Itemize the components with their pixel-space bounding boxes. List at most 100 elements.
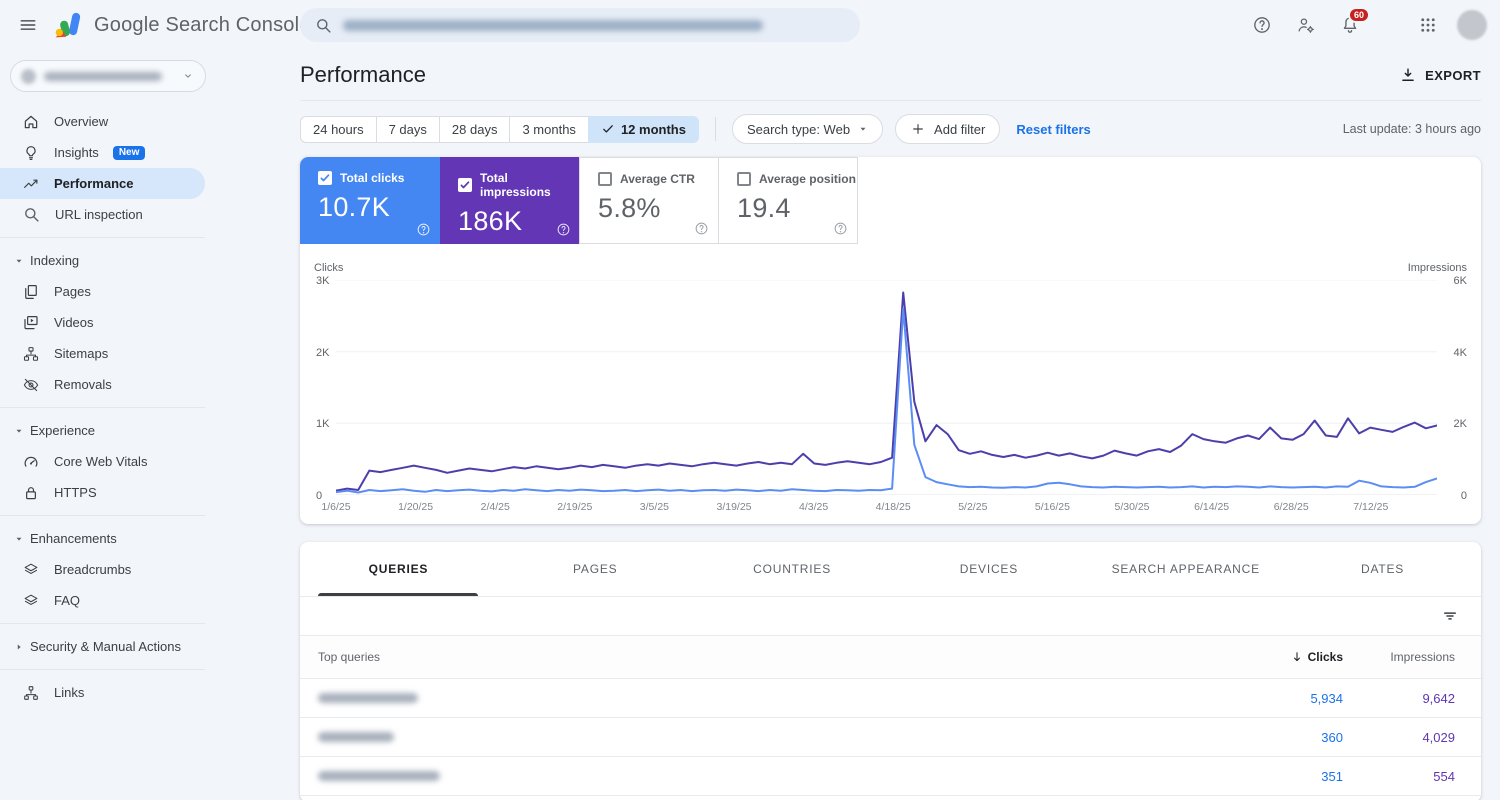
x-axis-labels: 1/6/251/20/252/4/252/19/253/5/253/19/254… (336, 501, 1437, 515)
page-header: Performance EXPORT (300, 50, 1481, 100)
header-divider (300, 100, 1481, 101)
table-row[interactable]: 3604,029 (300, 718, 1481, 757)
person-gear-icon (1296, 15, 1316, 35)
checkbox-unchecked-icon[interactable] (598, 172, 612, 186)
sidebar-item-url-inspection[interactable]: URL inspection (0, 199, 280, 230)
metric-help-icon[interactable] (833, 221, 848, 236)
date-range-chip-28-days[interactable]: 28 days (439, 116, 511, 143)
query-cell (318, 730, 1233, 745)
sidebar-item-breadcrumbs[interactable]: Breadcrumbs (0, 554, 280, 585)
table-row[interactable]: 5,9349,642 (300, 679, 1481, 718)
sidebar-item-pages[interactable]: Pages (0, 276, 280, 307)
sidebar-item-links[interactable]: Links (0, 677, 280, 708)
caret-down-icon (14, 426, 24, 436)
sidebar-divider (0, 237, 205, 238)
y-tick-right: 0 (1437, 490, 1467, 502)
search-icon (314, 16, 333, 35)
sidebar-item-performance[interactable]: Performance (0, 168, 205, 199)
checkbox-checked-icon[interactable] (458, 178, 472, 192)
caret-right-icon (14, 642, 24, 652)
sidebar-item-achievements[interactable]: Achievements (0, 708, 280, 716)
sidebar-divider (0, 515, 205, 516)
metric-value: 10.7K (318, 192, 440, 223)
metric-value: 19.4 (737, 193, 857, 224)
search-type-label: Search type: Web (747, 122, 850, 137)
performance-chart-svg (336, 280, 1437, 495)
sidebar-divider (0, 623, 205, 624)
url-inspect-search-input[interactable] (300, 8, 860, 42)
account-settings-button[interactable] (1288, 7, 1324, 43)
sidebar-item-removals[interactable]: Removals (0, 369, 280, 400)
google-apps-button[interactable] (1410, 7, 1446, 43)
sidebar-item-faq[interactable]: FAQ (0, 585, 280, 616)
x-tick-label: 3/19/25 (716, 501, 751, 513)
x-tick-label: 3/5/25 (640, 501, 669, 513)
impressions-value: 9,642 (1343, 691, 1455, 706)
x-tick-label: 4/18/25 (876, 501, 911, 513)
clicks-value: 351 (1233, 769, 1343, 784)
metric-help-icon[interactable] (556, 222, 571, 237)
clicks-value: 5,934 (1233, 691, 1343, 706)
clicks-column-header[interactable]: Clicks (1233, 650, 1343, 664)
metric-card-average-ctr[interactable]: Average CTR5.8% (579, 157, 719, 244)
search-type-dropdown[interactable]: Search type: Web (732, 114, 883, 144)
speed-icon (22, 453, 40, 471)
checkbox-unchecked-icon[interactable] (737, 172, 751, 186)
tab-devices[interactable]: DEVICES (890, 542, 1087, 596)
property-selector[interactable] (10, 60, 206, 92)
export-button[interactable]: EXPORT (1399, 66, 1481, 84)
dimension-tabs: QUERIESPAGESCOUNTRIESDEVICESSEARCH APPEA… (300, 542, 1481, 597)
metric-card-total-impressions[interactable]: Total impressions186K (440, 157, 580, 244)
menu-button[interactable] (8, 5, 48, 45)
date-range-chip-24-hours[interactable]: 24 hours (300, 116, 377, 143)
sidebar-item-core-web-vitals[interactable]: Core Web Vitals (0, 446, 280, 477)
metric-card-total-clicks[interactable]: Total clicks10.7K (300, 157, 440, 244)
x-tick-label: 5/2/25 (958, 501, 987, 513)
date-range-chip-3-months[interactable]: 3 months (509, 116, 588, 143)
metric-help-icon[interactable] (416, 222, 431, 237)
sidebar-item-https[interactable]: HTTPS (0, 477, 280, 508)
account-avatar-button[interactable] (1454, 7, 1490, 43)
top-queries-header[interactable]: Top queries (318, 650, 1233, 664)
x-tick-label: 6/14/25 (1194, 501, 1229, 513)
tab-dates[interactable]: DATES (1284, 542, 1481, 596)
sidebar-item-insights[interactable]: InsightsNew (0, 137, 280, 168)
sidebar-item-sitemaps[interactable]: Sitemaps (0, 338, 280, 369)
series-impressions (336, 293, 1437, 491)
sidebar-group-indexing[interactable]: Indexing (0, 245, 280, 276)
apps-grid-icon (1419, 16, 1437, 34)
layers-icon (22, 592, 40, 610)
notifications-button[interactable]: 60 (1332, 7, 1368, 43)
sidebar-group-experience[interactable]: Experience (0, 415, 280, 446)
add-filter-button[interactable]: Add filter (895, 114, 1000, 144)
dimensions-table-card: QUERIESPAGESCOUNTRIESDEVICESSEARCH APPEA… (300, 542, 1481, 800)
date-range-chip-7-days[interactable]: 7 days (376, 116, 440, 143)
clicks-value: 360 (1233, 730, 1343, 745)
tab-pages[interactable]: PAGES (497, 542, 694, 596)
tab-queries[interactable]: QUERIES (300, 542, 497, 596)
reset-filters-link[interactable]: Reset filters (1016, 122, 1090, 137)
last-update-text: Last update: 3 hours ago (1343, 122, 1481, 136)
series-clicks (336, 309, 1437, 493)
metric-card-average-position[interactable]: Average position19.4 (718, 157, 858, 244)
filter-list-icon[interactable] (1441, 607, 1459, 625)
metric-help-icon[interactable] (694, 221, 709, 236)
tab-countries[interactable]: COUNTRIES (694, 542, 891, 596)
sidebar-group-security-manual-actions[interactable]: Security & Manual Actions (0, 631, 280, 662)
lock-icon (22, 484, 40, 502)
sidebar-item-overview[interactable]: Overview (0, 106, 280, 137)
sidebar-item-videos[interactable]: Videos (0, 307, 280, 338)
sidebar-group-enhancements[interactable]: Enhancements (0, 523, 280, 554)
chart-plot[interactable] (336, 280, 1437, 495)
table-header: Top queries Clicks Impressions (300, 636, 1481, 679)
product-name: Google Search Console (94, 14, 311, 37)
sidebar-divider (0, 669, 205, 670)
tab-search-appearance[interactable]: SEARCH APPEARANCE (1087, 542, 1284, 596)
impressions-column-header[interactable]: Impressions (1343, 650, 1455, 664)
checkbox-checked-icon[interactable] (318, 171, 332, 185)
caret-down-icon (14, 256, 24, 266)
chevron-down-icon (181, 69, 195, 83)
date-range-chip-12-months[interactable]: 12 months (588, 116, 699, 143)
table-row[interactable]: 351554 (300, 757, 1481, 796)
help-button[interactable] (1244, 7, 1280, 43)
